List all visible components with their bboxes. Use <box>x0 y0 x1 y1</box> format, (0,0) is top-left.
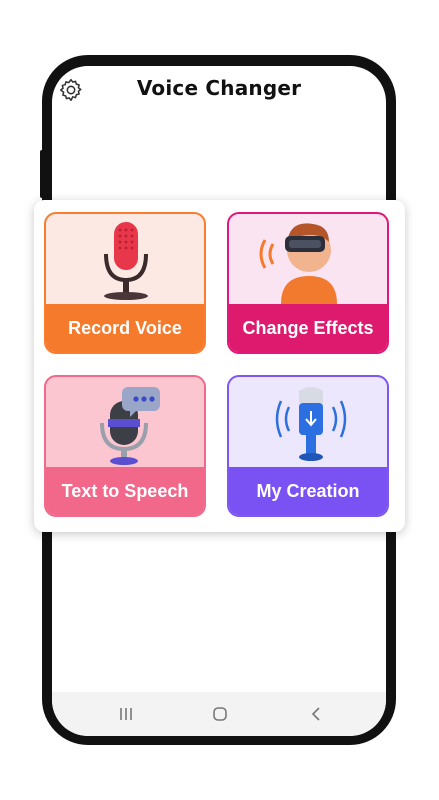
phone-side-button <box>386 545 390 581</box>
back-icon[interactable] <box>309 706 325 722</box>
vr-headset-person-icon <box>259 223 337 304</box>
text-to-speech-tile[interactable]: Text to Speech <box>44 375 206 517</box>
microphone-icon <box>104 222 148 300</box>
microphone-chat-bubble-icon <box>100 387 160 465</box>
art-area <box>229 214 387 308</box>
tile-label: Record Voice <box>46 304 204 352</box>
tile-label: My Creation <box>229 467 387 515</box>
my-creation-tile[interactable]: My Creation <box>227 375 389 517</box>
system-nav-bar <box>52 692 386 736</box>
change-effects-tile[interactable]: Change Effects <box>227 212 389 354</box>
tile-label: Change Effects <box>229 304 387 352</box>
recents-icon[interactable] <box>118 706 134 722</box>
top-bar: Voice Changer <box>52 66 386 112</box>
art-area <box>46 214 204 308</box>
phone-side-button <box>40 150 44 198</box>
tile-label: Text to Speech <box>46 467 204 515</box>
home-icon[interactable] <box>212 706 228 722</box>
page-title: Voice Changer <box>136 76 302 100</box>
art-area <box>46 377 204 471</box>
record-voice-tile[interactable]: Record Voice <box>44 212 206 354</box>
menu-card-panel: Record Voice Change Effects Text to Spee… <box>34 200 405 532</box>
art-area <box>229 377 387 471</box>
blue-microphone-icon <box>275 387 347 461</box>
